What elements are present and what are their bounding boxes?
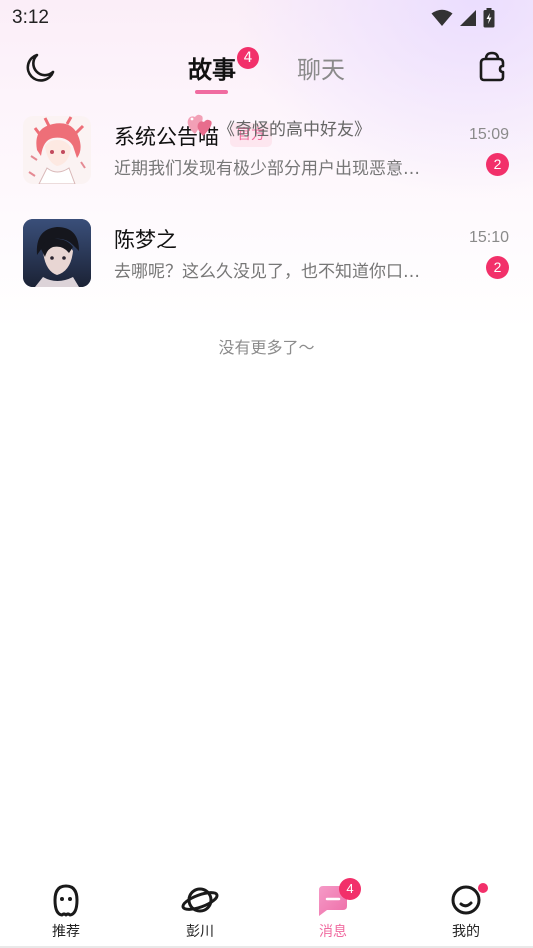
hearts-icon [187, 114, 212, 136]
signal-icon [460, 10, 476, 26]
nav-label: 推荐 [52, 924, 80, 940]
avatar-dark-hair-image [23, 219, 91, 287]
status-bar: 3:12 [0, 0, 533, 36]
nav-badge: 4 [339, 878, 361, 900]
conversation-item-chen[interactable]: 陈梦之 15:10 去哪呢？这么久没见了，也不知道你口… 2 [0, 215, 533, 318]
unread-badge: 2 [486, 153, 509, 176]
list-end-text: 没有更多了～ [218, 338, 315, 357]
top-header: 故事 4 聊天 [0, 40, 533, 100]
nav-label: 我的 [452, 924, 480, 940]
night-mode-button[interactable] [22, 50, 58, 86]
ghost-icon [53, 884, 79, 917]
avatar [23, 116, 91, 184]
status-time: 3:12 [12, 7, 49, 28]
bottom-nav: 推荐 彭川 4 消息 我的 [0, 870, 533, 948]
story-title: 《奇怪的高中好友》 [218, 120, 371, 140]
nav-label: 消息 [319, 924, 347, 940]
conversation-time: 15:09 [468, 126, 509, 143]
nav-item-recommend[interactable]: 推荐 [26, 880, 106, 946]
conversation-time: 15:10 [468, 229, 509, 246]
conversation-list: 系统公告喵 官方 15:09 近期我们发现有极少部分用户出现恶意… 2 陈梦之 … [0, 112, 533, 318]
shop-button[interactable] [475, 50, 509, 84]
tab-active-indicator [195, 90, 228, 94]
tab-story-badge: 4 [237, 47, 259, 69]
conversation-preview: 近期我们发现有极少部分用户出现恶意… [114, 159, 420, 179]
planet-icon [181, 887, 219, 913]
unread-badge: 2 [486, 256, 509, 279]
avatar-pink-hair-image [23, 116, 91, 184]
nav-item-planet[interactable]: 彭川 [160, 880, 240, 946]
status-icons [431, 8, 495, 28]
nav-item-messages[interactable]: 4 消息 [293, 878, 373, 946]
battery-charging-icon [483, 8, 495, 28]
conversation-name: 陈梦之 [114, 228, 177, 252]
notification-dot [478, 883, 488, 893]
avatar [23, 219, 91, 287]
moon-icon [26, 53, 55, 82]
conversation-preview: 去哪呢？这么久没见了，也不知道你口… [114, 262, 420, 282]
wifi-icon [431, 9, 453, 26]
nav-item-me[interactable]: 我的 [426, 880, 506, 946]
nav-label: 彭川 [186, 924, 214, 940]
tab-story[interactable]: 故事 [188, 50, 236, 85]
shop-icon [479, 51, 505, 82]
tab-chat[interactable]: 聊天 [297, 50, 345, 85]
